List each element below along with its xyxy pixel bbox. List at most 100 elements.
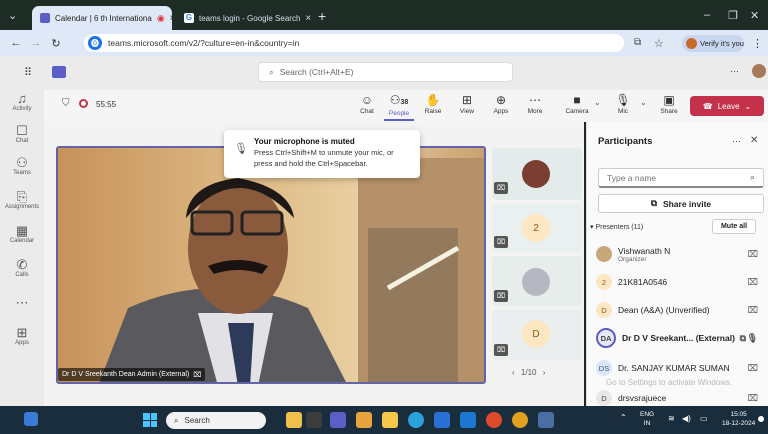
- mic-on-icon: 🎙: [746, 332, 758, 343]
- participants-title: Participants: [598, 136, 653, 147]
- file-explorer-icon[interactable]: [382, 412, 398, 428]
- chrome-profile-icon[interactable]: [512, 412, 528, 428]
- people-button[interactable]: ⚇38 People: [384, 93, 414, 121]
- chat-button[interactable]: ☺ Chat: [352, 93, 382, 115]
- mic-off-icon: ⌧: [747, 362, 758, 373]
- install-app-icon[interactable]: ⧉: [634, 37, 641, 48]
- mic-off-icon: ⌧: [747, 276, 758, 287]
- participant-row[interactable]: 2 21K81A0546 ⌧: [596, 270, 766, 294]
- leave-button[interactable]: ☎ Leave ⌄: [690, 96, 764, 116]
- participant-avatar: DA: [596, 328, 616, 348]
- participant-name: drsvsrajuece: [618, 393, 667, 403]
- notifications-icon[interactable]: [758, 416, 764, 422]
- store-icon[interactable]: [434, 412, 450, 428]
- minimize-icon[interactable]: ‒: [704, 9, 710, 21]
- rail-more[interactable]: ⋯: [0, 296, 44, 309]
- participant-row[interactable]: D Dean (A&A) (Unverified) ⌧: [596, 298, 766, 322]
- battery-icon[interactable]: ▭: [700, 414, 708, 423]
- share-button[interactable]: ▣ Share: [654, 93, 684, 115]
- taskbar-app-icon[interactable]: [286, 412, 302, 428]
- pager-next-icon[interactable]: ›: [543, 368, 546, 377]
- rail-calls[interactable]: ✆ Calls: [0, 258, 44, 278]
- mic-button[interactable]: 🎙 Mic: [608, 93, 638, 115]
- calculator-icon[interactable]: [538, 412, 554, 428]
- share-invite-button[interactable]: ⧉ Share invite: [598, 194, 764, 213]
- rail-apps[interactable]: ⊞ Apps: [0, 326, 44, 346]
- mute-all-button[interactable]: Mute all: [712, 219, 756, 234]
- presenters-section-header[interactable]: ▾ Presenters (11): [590, 223, 643, 231]
- reload-icon[interactable]: ↻: [46, 37, 66, 50]
- language-indicator[interactable]: ENG IN: [640, 410, 654, 428]
- panel-more-icon[interactable]: ⋯: [732, 136, 741, 147]
- view-button[interactable]: ⊞ View: [452, 93, 482, 115]
- browser-menu-icon[interactable]: ⋮: [752, 37, 763, 50]
- edge-icon[interactable]: [408, 412, 424, 428]
- participant-name: 21K81A0546: [618, 277, 668, 287]
- search-icon: ⌕: [269, 66, 274, 77]
- teams-taskbar-icon[interactable]: [330, 412, 346, 428]
- participant-name: Dr. SANJAY KUMAR SUMAN: [618, 363, 730, 373]
- close-panel-icon[interactable]: ✕: [750, 135, 758, 146]
- participant-search-input[interactable]: Type a name ⌕: [598, 168, 764, 188]
- url-field[interactable]: ⓿ teams.microsoft.com/v2/?culture=en-in&…: [84, 34, 624, 52]
- more-button[interactable]: ⋯ More: [520, 93, 550, 115]
- tab-search-icon[interactable]: ⌄: [8, 9, 17, 22]
- show-hidden-icons-icon[interactable]: ⌃: [620, 413, 627, 422]
- user-avatar[interactable]: [752, 64, 766, 78]
- volume-icon[interactable]: ◀): [682, 414, 691, 423]
- rail-activity[interactable]: ♫ Activity: [0, 92, 44, 112]
- rail-teams[interactable]: ⚇ Teams: [0, 156, 44, 176]
- close-tab-icon[interactable]: ×: [170, 13, 172, 24]
- camera-button[interactable]: ■ Camera: [562, 93, 592, 115]
- taskbar-clock[interactable]: 15:05 18-12-2024: [722, 410, 755, 428]
- mic-off-icon: ⌧: [747, 392, 758, 403]
- tile-mic-off-icon: ⌧: [494, 182, 508, 194]
- mic-options-chevron-icon[interactable]: ⌄: [640, 98, 647, 107]
- windows-start-icon[interactable]: [143, 413, 157, 427]
- site-info-icon[interactable]: ⓿: [88, 36, 102, 50]
- muted-notification: 🎙 Your microphone is muted Press Ctrl+Sh…: [224, 130, 420, 178]
- pager-label: 1/10: [520, 368, 537, 377]
- search-input[interactable]: ⌕ Search (Ctrl+Alt+E): [258, 62, 513, 82]
- rail-chat[interactable]: ☐ Chat: [0, 124, 44, 144]
- bookmark-star-icon[interactable]: ☆: [654, 37, 664, 50]
- network-icon[interactable]: ≋: [668, 414, 675, 423]
- apps-icon: ⊞: [16, 325, 28, 340]
- raise-hand-button[interactable]: ✋ Raise: [418, 93, 448, 115]
- close-window-icon[interactable]: ✕: [750, 9, 759, 22]
- chrome-icon[interactable]: [486, 412, 502, 428]
- camera-options-chevron-icon[interactable]: ⌄: [594, 98, 601, 107]
- participant-row[interactable]: Vishwanath N Organizer ⌧: [596, 242, 766, 266]
- maximize-icon[interactable]: ❐: [728, 9, 738, 22]
- widgets-icon[interactable]: [24, 412, 38, 426]
- apps-button[interactable]: ⊕ Apps: [486, 93, 516, 115]
- app-launcher-icon[interactable]: ⠿: [24, 66, 32, 79]
- calls-icon: ✆: [16, 257, 28, 272]
- view-grid-icon: ⊞: [461, 93, 473, 107]
- outlook-icon[interactable]: [460, 412, 476, 428]
- pager-prev-icon[interactable]: ‹: [512, 368, 515, 377]
- participant-avatar: DS: [596, 360, 612, 376]
- task-view-icon[interactable]: [306, 412, 322, 428]
- rail-assignments[interactable]: ⎘ Assignments: [0, 190, 44, 210]
- participant-row[interactable]: DS Dr. SANJAY KUMAR SUMAN ⌧: [596, 356, 766, 380]
- close-tab-icon[interactable]: ×: [305, 13, 311, 24]
- forward-icon[interactable]: →: [26, 37, 46, 49]
- new-tab-icon[interactable]: +: [318, 8, 326, 24]
- search-icon: ⌕: [174, 415, 179, 425]
- recording-indicator-icon: [79, 99, 88, 108]
- more-options-icon[interactable]: ⋯: [730, 66, 739, 77]
- profile-avatar: [686, 38, 697, 49]
- rail-calendar[interactable]: ▦ Calendar: [0, 224, 44, 244]
- url-text: teams.microsoft.com/v2/?culture=en-in&co…: [108, 38, 300, 48]
- search-placeholder: Search (Ctrl+Alt+E): [279, 67, 354, 77]
- verify-profile-button[interactable]: Verify it's you: [682, 35, 744, 52]
- participant-row[interactable]: DA Dr D V Sreekant... (External) ⧉ 🎙: [596, 326, 766, 350]
- speaker-video-frame: [58, 148, 484, 382]
- phone-hangup-icon: ☎: [702, 101, 713, 111]
- taskbar-search[interactable]: ⌕ Search: [166, 412, 266, 429]
- tab-calendar[interactable]: Calendar | 6 th Internationa ◉ ×: [32, 6, 172, 30]
- copilot-icon[interactable]: [356, 412, 372, 428]
- back-icon[interactable]: ←: [6, 37, 26, 49]
- tab-google-search[interactable]: G teams login - Google Search ×: [176, 6, 316, 30]
